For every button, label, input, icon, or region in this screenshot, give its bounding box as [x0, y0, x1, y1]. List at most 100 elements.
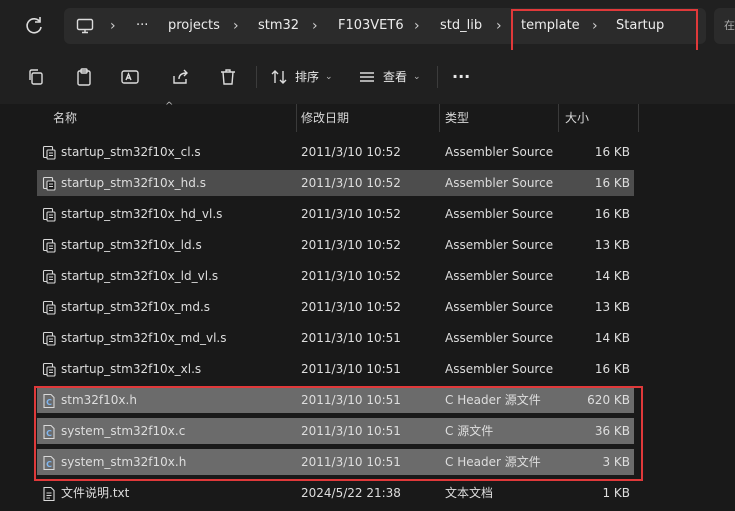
file-name: startup_stm32f10x_ld_vl.s	[61, 269, 219, 283]
paste-icon[interactable]	[74, 67, 94, 87]
chevron-right-icon: ›	[110, 18, 116, 34]
breadcrumb-f103vet6[interactable]: F103VET6	[338, 8, 404, 44]
chevron-right-icon[interactable]: ›	[592, 8, 598, 44]
asm-file-icon	[41, 361, 57, 377]
sort-icon	[271, 70, 287, 84]
file-name: system_stm32f10x.h	[61, 455, 187, 469]
column-header-size[interactable]: 大小	[565, 104, 589, 132]
asm-file-icon	[41, 268, 57, 284]
file-size: 14 KB	[594, 269, 630, 283]
refresh-icon[interactable]	[22, 14, 46, 38]
file-name: startup_stm32f10x_xl.s	[61, 362, 202, 376]
column-header-date[interactable]: 修改日期	[301, 104, 349, 132]
file-size: 13 KB	[594, 300, 630, 314]
address-bar[interactable]: › ··· projects › stm32 › F103VET6 › std_…	[64, 8, 706, 44]
file-date: 2011/3/10 10:52	[301, 238, 401, 252]
file-size: 36 KB	[594, 424, 630, 438]
file-date: 2011/3/10 10:52	[301, 145, 401, 159]
sort-label: 排序	[295, 70, 320, 84]
file-row[interactable]: startup_stm32f10x_xl.s 2011/3/10 10:51 Ass…	[37, 356, 634, 382]
breadcrumb-overflow-button[interactable]: ···	[136, 8, 148, 44]
file-size: 13 KB	[594, 238, 630, 252]
file-type: Assembler Source	[445, 145, 554, 159]
file-type: C Header 源文件	[445, 393, 541, 407]
c-file-icon: C	[41, 392, 57, 409]
sort-ascending-icon: ^	[165, 101, 174, 112]
file-date: 2011/3/10 10:51	[301, 331, 401, 345]
file-date: 2011/3/10 10:52	[301, 207, 401, 221]
text-file-icon	[41, 485, 57, 502]
file-row[interactable]: Csystem_stm32f10x.h 2011/3/10 10:51 C Head…	[37, 449, 634, 475]
file-row[interactable]: startup_stm32f10x_md_vl.s 2011/3/10 10:51…	[37, 325, 634, 351]
file-type: Assembler Source	[445, 269, 554, 283]
chevron-right-icon[interactable]: ›	[312, 8, 318, 44]
file-row[interactable]: 文件说明.txt 2024/5/22 21:38 文本文档 1 KB	[37, 480, 634, 506]
breadcrumb-template[interactable]: template	[521, 8, 580, 44]
chevron-right-icon[interactable]: ›	[496, 8, 502, 44]
file-row[interactable]: startup_stm32f10x_ld.s 2011/3/10 10:52 Ass…	[37, 232, 634, 258]
file-date: 2011/3/10 10:51	[301, 393, 401, 407]
breadcrumb-startup[interactable]: Startup	[616, 8, 664, 44]
c-file-icon: C	[41, 423, 57, 440]
file-type: 文本文档	[445, 486, 494, 500]
chevron-right-icon[interactable]: ›	[414, 8, 420, 44]
file-name: startup_stm32f10x_md_vl.s	[61, 331, 227, 345]
column-header-type[interactable]: 类型	[445, 104, 469, 132]
file-type: Assembler Source	[445, 331, 554, 345]
file-date: 2024/5/22 21:38	[301, 486, 401, 500]
more-options-button[interactable]: ···	[452, 64, 470, 90]
file-name: startup_stm32f10x_md.s	[61, 300, 211, 314]
copy-icon[interactable]	[26, 67, 46, 87]
rename-icon[interactable]	[120, 67, 140, 87]
file-size: 14 KB	[594, 331, 630, 345]
chevron-right-icon[interactable]: ›	[233, 8, 239, 44]
column-divider[interactable]	[296, 104, 297, 132]
file-name: startup_stm32f10x_hd.s	[61, 176, 206, 190]
column-divider[interactable]	[558, 104, 559, 132]
file-row[interactable]: startup_stm32f10x_hd_vl.s 2011/3/10 10:52…	[37, 201, 634, 227]
computer-icon	[76, 18, 94, 34]
file-list: ^ 名称 修改日期 类型 大小 startup_stm32f10x_cl.s 20…	[0, 101, 735, 511]
file-type: C 源文件	[445, 424, 494, 438]
chevron-down-icon: ⌄	[325, 72, 333, 82]
delete-icon[interactable]	[218, 67, 238, 87]
column-divider[interactable]	[638, 104, 639, 132]
asm-file-icon	[41, 299, 57, 315]
file-name: 文件说明.txt	[61, 486, 130, 500]
share-icon[interactable]	[171, 67, 191, 87]
file-type: Assembler Source	[445, 362, 554, 376]
file-row[interactable]: startup_stm32f10x_ld_vl.s 2011/3/10 10:52…	[37, 263, 634, 289]
file-row[interactable]: startup_stm32f10x_cl.s 2011/3/10 10:52 Ass…	[37, 139, 634, 165]
file-date: 2011/3/10 10:51	[301, 424, 401, 438]
file-date: 2011/3/10 10:52	[301, 269, 401, 283]
toolbar-divider	[437, 66, 438, 88]
file-date: 2011/3/10 10:52	[301, 300, 401, 314]
file-size: 16 KB	[594, 176, 630, 190]
file-row[interactable]: Csystem_stm32f10x.c 2011/3/10 10:51 C 源文件 3…	[37, 418, 634, 444]
svg-text:C: C	[46, 460, 52, 469]
column-divider[interactable]	[439, 104, 440, 132]
address-bar-region: › ··· projects › stm32 › F103VET6 › std_…	[0, 0, 735, 50]
file-type: Assembler Source	[445, 300, 554, 314]
file-size: 620 KB	[587, 393, 630, 407]
column-header-name[interactable]: 名称	[53, 104, 77, 132]
asm-file-icon	[41, 175, 57, 191]
file-row[interactable]: startup_stm32f10x_hd.s 2011/3/10 10:52 Ass…	[37, 170, 634, 196]
svg-text:C: C	[46, 398, 52, 407]
file-size: 16 KB	[594, 207, 630, 221]
view-label: 查看	[383, 70, 408, 84]
file-type: Assembler Source	[445, 207, 554, 221]
search-box[interactable]: 在	[714, 8, 735, 44]
file-size: 16 KB	[594, 145, 630, 159]
breadcrumb-projects[interactable]: projects	[168, 8, 220, 44]
breadcrumb-stm32[interactable]: stm32	[258, 8, 299, 44]
file-size: 3 KB	[602, 455, 630, 469]
asm-file-icon	[41, 330, 57, 346]
file-date: 2011/3/10 10:51	[301, 362, 401, 376]
file-name: system_stm32f10x.c	[61, 424, 186, 438]
breadcrumb-std-lib[interactable]: std_lib	[440, 8, 482, 44]
file-row[interactable]: Cstm32f10x.h 2011/3/10 10:51 C Header 源文件 6…	[37, 387, 634, 413]
view-icon	[360, 72, 374, 82]
file-name: startup_stm32f10x_ld.s	[61, 238, 202, 252]
file-row[interactable]: startup_stm32f10x_md.s 2011/3/10 10:52 Ass…	[37, 294, 634, 320]
